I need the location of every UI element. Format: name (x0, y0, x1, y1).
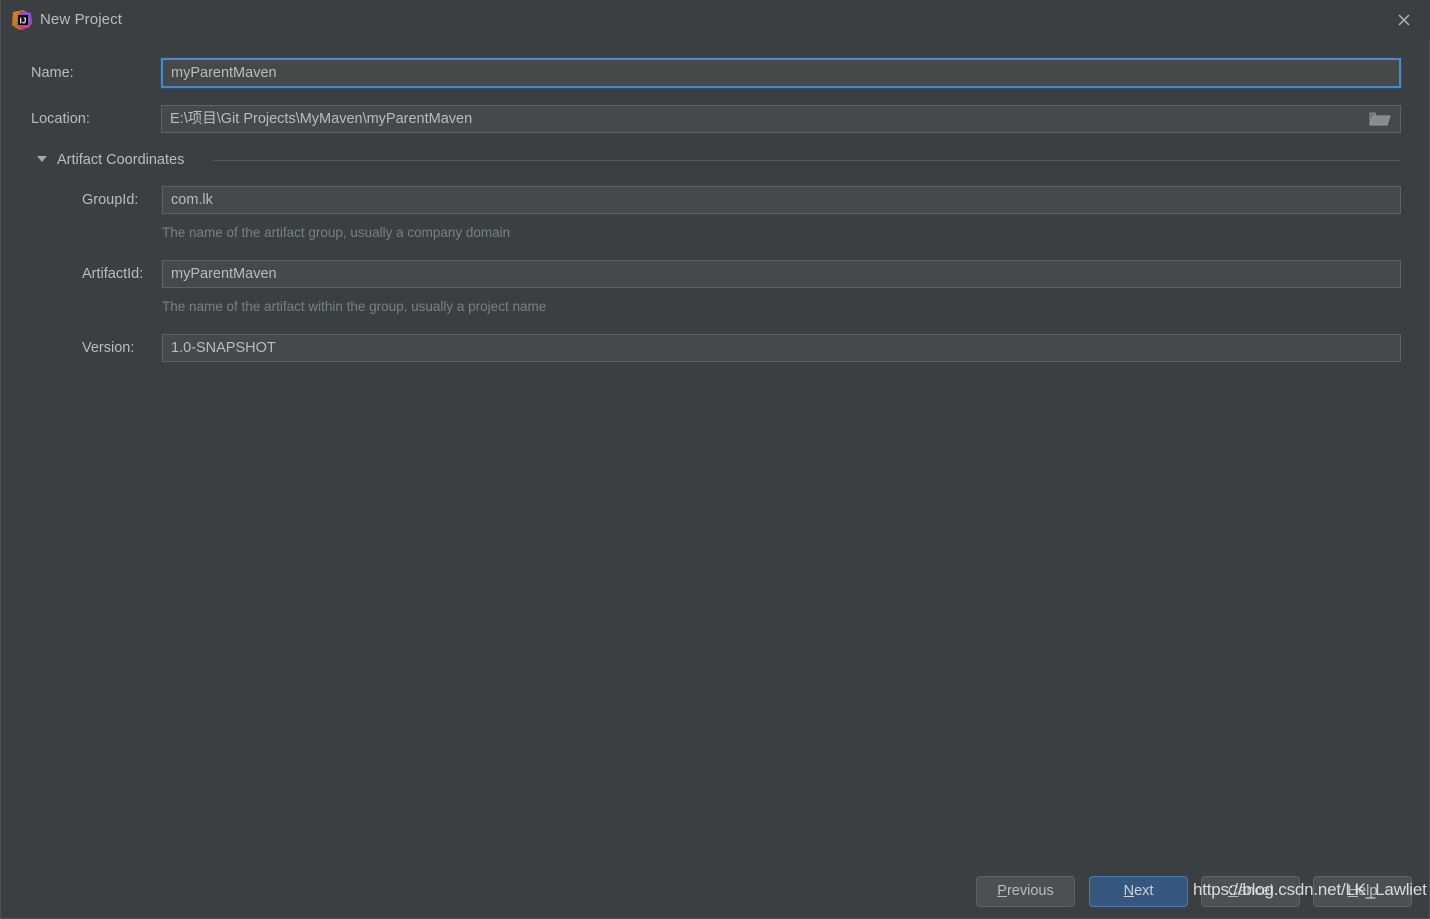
intellij-idea-icon: IJ (11, 9, 33, 31)
name-row: Name: myParentMaven (1, 57, 1430, 89)
groupid-row: GroupId: com.lk (1, 186, 1430, 214)
version-label: Version: (82, 340, 135, 356)
next-button[interactable]: Next (1089, 876, 1188, 907)
location-input[interactable]: E:\项目\Git Projects\MyMaven\myParentMaven (161, 105, 1401, 133)
artifactid-input[interactable]: myParentMaven (162, 260, 1401, 288)
title-bar: IJ New Project (1, 0, 1430, 40)
location-row: Location: E:\项目\Git Projects\MyMaven\myP… (1, 105, 1430, 133)
help-button[interactable]: Help (1313, 876, 1412, 907)
artifactid-label: ArtifactId: (82, 266, 144, 282)
groupid-label: GroupId: (82, 192, 139, 208)
svg-text:IJ: IJ (20, 16, 27, 25)
groupid-hint: The name of the artifact group, usually … (162, 225, 511, 240)
folder-icon[interactable] (1369, 109, 1391, 129)
cancel-button-suffix: ancel (1238, 883, 1274, 899)
previous-button[interactable]: Previous (976, 876, 1075, 907)
previous-button-mnemonic: P (997, 883, 1007, 899)
previous-button-suffix: revious (1006, 883, 1054, 899)
artifact-coordinates-section-header[interactable]: Artifact Coordinates (31, 148, 1401, 172)
window-title: New Project (40, 11, 122, 28)
section-divider (213, 160, 1401, 161)
artifactid-row: ArtifactId: myParentMaven (1, 260, 1430, 288)
new-project-dialog: IJ New Project Name: myParentMaven Locat… (0, 0, 1430, 919)
artifactid-hint: The name of the artifact within the grou… (162, 299, 547, 314)
cancel-button-mnemonic: C (1227, 883, 1239, 899)
location-label: Location: (31, 111, 90, 127)
name-input[interactable]: myParentMaven (160, 57, 1402, 89)
help-button-mnemonic: H (1347, 883, 1359, 899)
cancel-button[interactable]: Cancel (1201, 876, 1300, 907)
groupid-input[interactable]: com.lk (162, 186, 1401, 214)
next-button-suffix: ext (1134, 883, 1154, 899)
name-label: Name: (31, 65, 74, 81)
section-title: Artifact Coordinates (57, 152, 185, 168)
version-row: Version: 1.0-SNAPSHOT (1, 334, 1430, 362)
next-button-mnemonic: N (1123, 883, 1135, 899)
chevron-down-icon[interactable] (37, 156, 47, 162)
help-button-suffix: elp (1358, 883, 1378, 899)
close-icon[interactable] (1391, 7, 1417, 33)
version-input[interactable]: 1.0-SNAPSHOT (162, 334, 1401, 362)
